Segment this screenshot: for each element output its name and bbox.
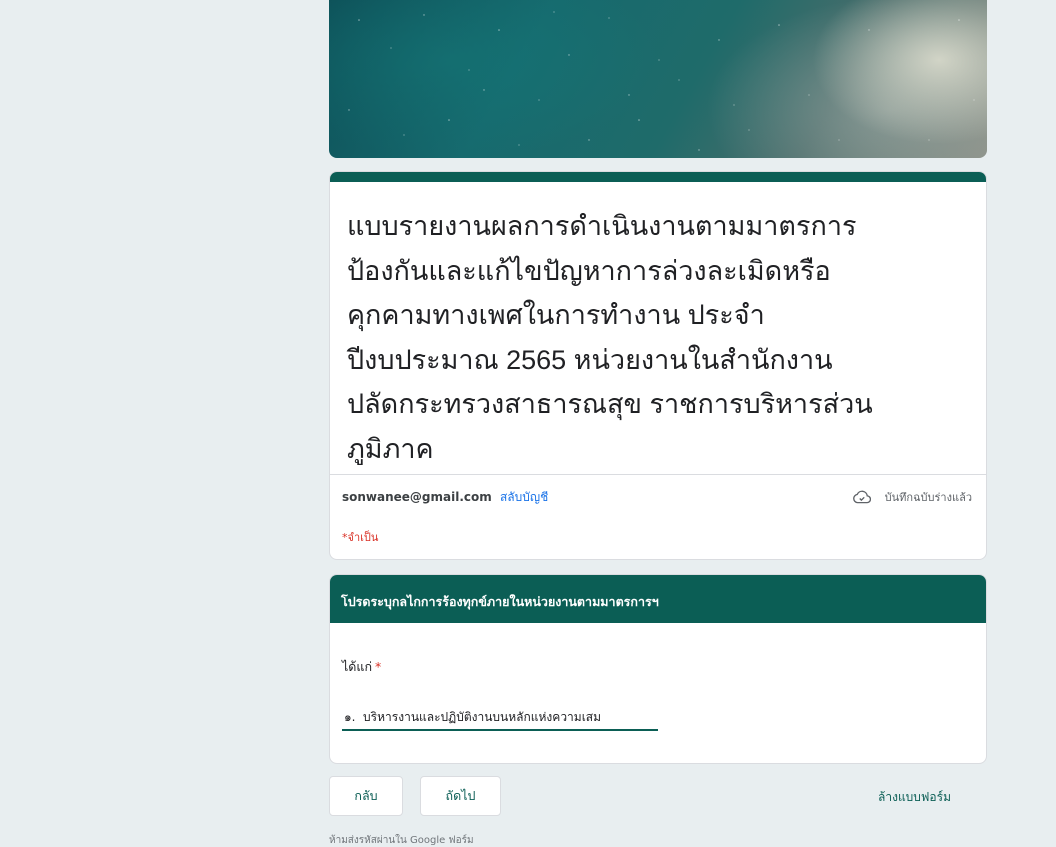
- required-note: *จำเป็น: [342, 531, 379, 544]
- starfield: [348, 11, 975, 151]
- header-banner-image: [329, 0, 987, 158]
- form-title-card: แบบรายงานผลการดำเนินงานตามมาตรการ ป้องกั…: [329, 171, 987, 560]
- theme-accent-bar: [330, 172, 986, 182]
- draft-status: บันทึกฉบับร่างแล้ว: [852, 488, 972, 506]
- back-button[interactable]: กลับ: [329, 776, 403, 816]
- footer-note: ห้ามส่งรหัสผ่านใน Google ฟอร์ม: [329, 835, 474, 846]
- account-info: sonwanee@gmail.com สลับบัญชี: [342, 488, 548, 507]
- next-button[interactable]: ถัดไป: [420, 776, 501, 816]
- question-label: ได้แก่ *: [342, 657, 381, 677]
- section-card: โปรดระบุกลไกการร้องทุกข์ภายในหน่วยงานตาม…: [329, 574, 987, 764]
- required-star: *: [375, 659, 382, 674]
- question-text: ได้แก่: [342, 659, 373, 674]
- cloud-check-icon: [852, 490, 871, 504]
- account-email: sonwanee@gmail.com: [342, 490, 492, 504]
- section-header: โปรดระบุกลไกการร้องทุกข์ภายในหน่วยงานตาม…: [330, 575, 986, 623]
- switch-account-link[interactable]: สลับบัญชี: [500, 490, 548, 504]
- draft-status-text: บันทึกฉบับร่างแล้ว: [884, 491, 972, 504]
- answer-input[interactable]: [342, 709, 658, 731]
- clear-form-link[interactable]: ล้างแบบฟอร์ม: [878, 788, 951, 807]
- form-title: แบบรายงานผลการดำเนินงานตามมาตรการ ป้องกั…: [347, 211, 873, 464]
- account-row: sonwanee@gmail.com สลับบัญชี บันทึกฉบับร…: [330, 475, 986, 515]
